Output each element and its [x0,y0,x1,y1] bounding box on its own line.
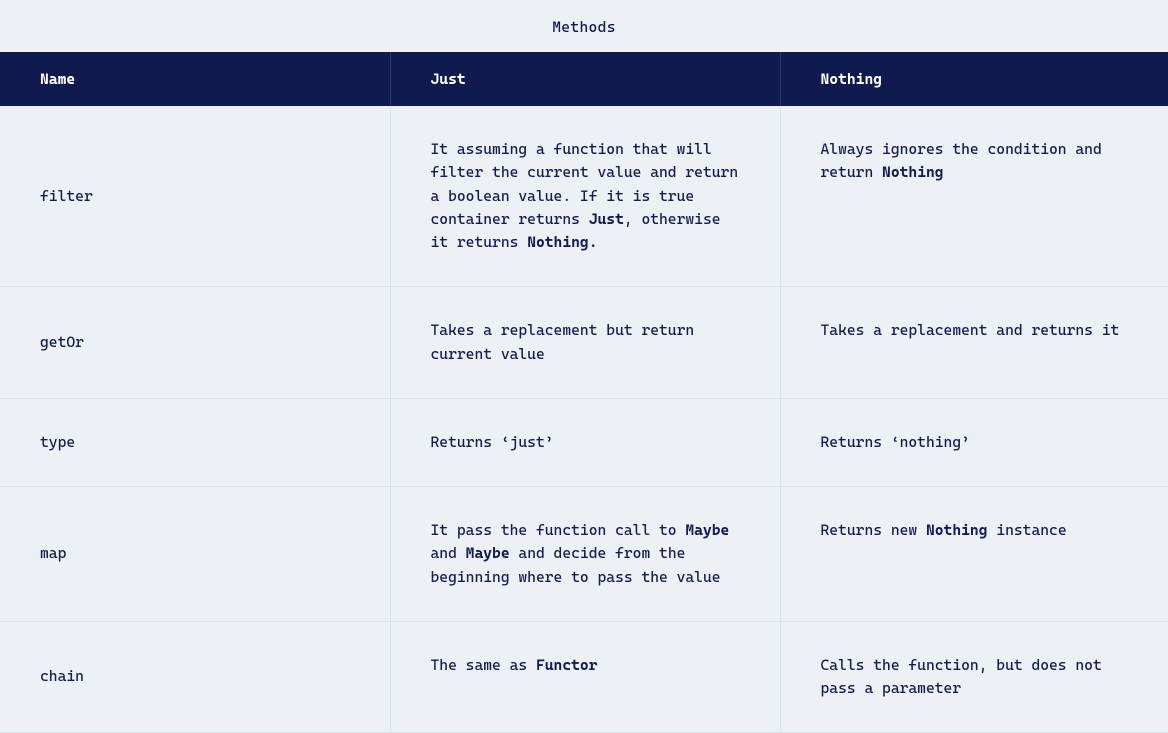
table-header-row: Name Just Nothing [0,52,1168,106]
column-header-just: Just [390,52,780,106]
table-row: chainThe same as FunctorCalls the functi… [0,621,1168,733]
method-name-cell: getOr [0,287,390,399]
nothing-cell: Calls the function, but does not pass a … [780,621,1168,733]
column-header-name: Name [0,52,390,106]
table-caption: Methods [0,0,1168,52]
nothing-cell: Takes a replacement and returns it [780,287,1168,399]
method-name-cell: type [0,398,390,486]
just-cell: The same as Functor [390,621,780,733]
nothing-cell: Returns new Nothing instance [780,487,1168,622]
methods-table: Name Just Nothing filterIt assuming a fu… [0,52,1168,733]
just-cell: Takes a replacement but return current v… [390,287,780,399]
method-name-cell: filter [0,106,390,287]
nothing-cell: Always ignores the condition and return … [780,106,1168,287]
method-name-cell: chain [0,621,390,733]
just-cell: Returns ‘just’ [390,398,780,486]
method-name-cell: map [0,487,390,622]
just-cell: It pass the function call to Maybe and M… [390,487,780,622]
table-row: mapIt pass the function call to Maybe an… [0,487,1168,622]
table-row: filterIt assuming a function that will f… [0,106,1168,287]
column-header-nothing: Nothing [780,52,1168,106]
just-cell: It assuming a function that will filter … [390,106,780,287]
table-row: getOrTakes a replacement but return curr… [0,287,1168,399]
nothing-cell: Returns ‘nothing’ [780,398,1168,486]
table-row: typeReturns ‘just’Returns ‘nothing’ [0,398,1168,486]
